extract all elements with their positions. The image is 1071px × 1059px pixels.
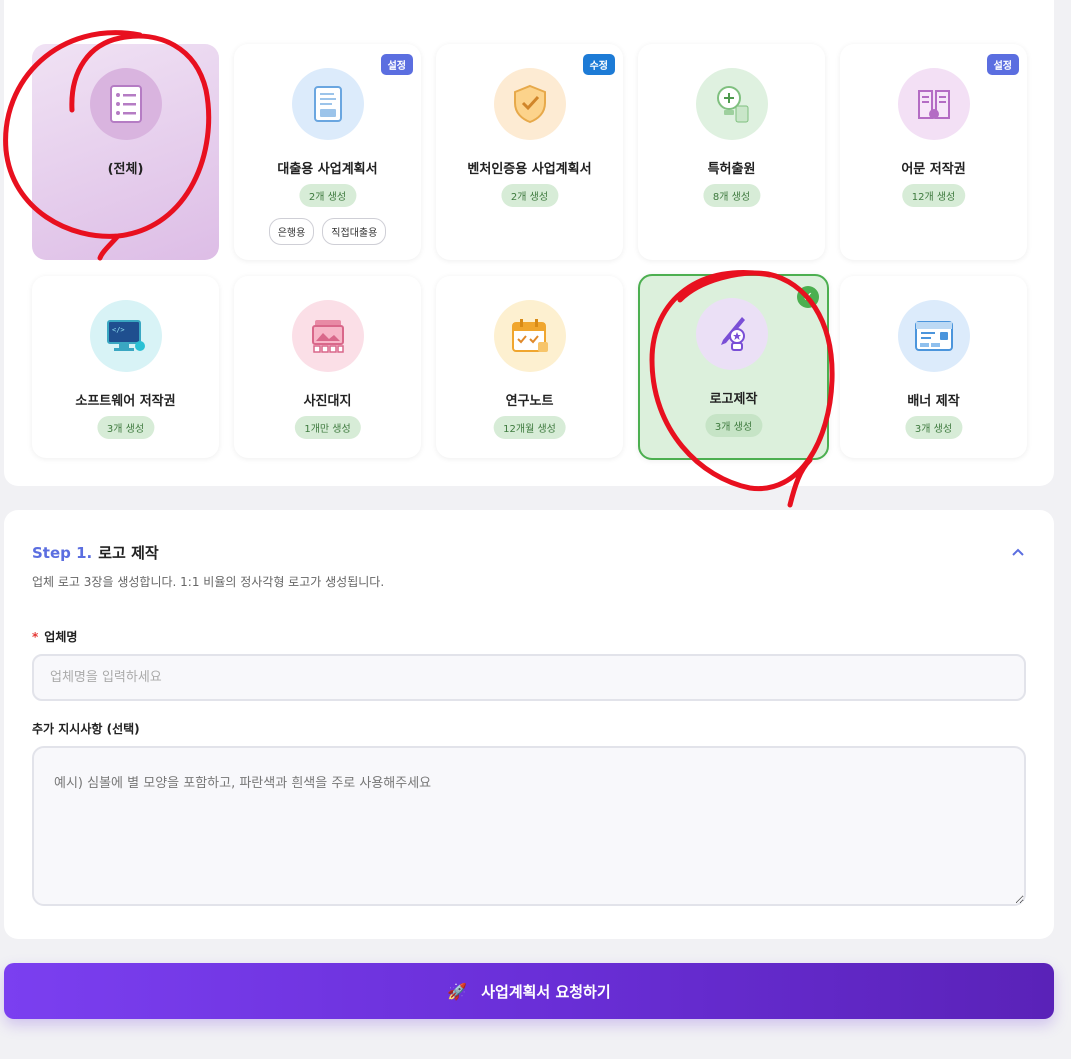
- card-title: 배너 제작: [907, 394, 960, 409]
- lightbulb-icon: [696, 68, 768, 140]
- generation-count-badge: 3개 생성: [704, 414, 763, 437]
- generation-count-badge: 2개 생성: [298, 184, 357, 207]
- submit-request-button[interactable]: 🚀 사업계획서 요청하기: [4, 963, 1054, 1019]
- company-name-label: * 업체명: [32, 628, 77, 645]
- category-card-literary-copyright[interactable]: 설정 어문 저작권 12개 생성: [840, 44, 1027, 260]
- category-card-banner[interactable]: 배너 제작 3개 생성: [840, 276, 1027, 458]
- card-title: 사진대지: [303, 394, 352, 409]
- category-card-logo[interactable]: ✓ 로고제작 3개 생성: [638, 274, 829, 460]
- submit-label: 사업계획서 요청하기: [481, 982, 611, 1001]
- generation-count-badge: 2개 생성: [500, 184, 559, 207]
- category-card-patent[interactable]: 특허출원 8개 생성: [638, 44, 825, 260]
- category-card-software-copyright[interactable]: </> 소프트웨어 저작권 3개 생성: [32, 276, 219, 458]
- checklist-icon: [90, 68, 162, 140]
- monitor-code-icon: </>: [90, 300, 162, 372]
- card-title: 연구노트: [505, 394, 554, 409]
- card-title: 어문 저작권: [901, 162, 966, 177]
- category-card-research-note[interactable]: 연구노트 12개월 생성: [436, 276, 623, 458]
- category-card-all[interactable]: (전체): [32, 44, 219, 260]
- generation-count-badge: 3개 생성: [96, 416, 155, 439]
- company-name-input[interactable]: [32, 654, 1026, 701]
- category-card-photo-sheet[interactable]: 사진대지 1개만 생성: [234, 276, 421, 458]
- tag-bank[interactable]: 은행용: [268, 218, 315, 245]
- generation-count-badge: 1개만 생성: [294, 416, 361, 439]
- generation-count-badge: 12개월 생성: [493, 416, 566, 439]
- tag-direct-loan[interactable]: 직접대출용: [322, 218, 387, 245]
- step-heading: Step 1. 로고 제작: [32, 542, 159, 563]
- calendar-icon: [494, 300, 566, 372]
- svg-text:</>: </>: [112, 326, 125, 334]
- step-number: Step 1.: [32, 544, 93, 562]
- shield-check-icon: [494, 68, 566, 140]
- card-title: 로고제작: [709, 392, 758, 407]
- category-card-venture-plan[interactable]: 수정 벤처인증용 사업계획서 2개 생성: [436, 44, 623, 260]
- chevron-up-icon[interactable]: [1012, 544, 1024, 560]
- extra-instructions-label: 추가 지시사항 (선택): [32, 722, 140, 736]
- tag-row: 은행용 직접대출용: [234, 218, 421, 245]
- card-title: 소프트웨어 저작권: [75, 394, 176, 409]
- document-icon: [292, 68, 364, 140]
- card-title: 특허출원: [707, 162, 756, 177]
- book-icon: [898, 68, 970, 140]
- selected-check-icon: ✓: [797, 286, 819, 308]
- edit-badge[interactable]: 수정: [582, 54, 615, 75]
- step-description: 업체 로고 3장을 생성합니다. 1:1 비율의 정사각형 로고가 생성됩니다.: [32, 575, 385, 589]
- setting-badge[interactable]: 설정: [986, 54, 1019, 75]
- banner-icon: [898, 300, 970, 372]
- required-mark: *: [32, 630, 39, 644]
- card-title: (전체): [107, 162, 144, 177]
- category-card-loan-plan[interactable]: 설정 대출용 사업계획서 2개 생성 은행용 직접대출용: [234, 44, 421, 260]
- rocket-icon: 🚀: [447, 981, 468, 1001]
- pen-badge-icon: [696, 298, 768, 370]
- generation-count-badge: 8개 생성: [702, 184, 761, 207]
- photo-album-icon: [292, 300, 364, 372]
- step-title: 로고 제작: [98, 544, 159, 562]
- company-name-label-text: 업체명: [44, 630, 78, 644]
- setting-badge[interactable]: 설정: [380, 54, 413, 75]
- card-title: 대출용 사업계획서: [277, 162, 378, 177]
- category-panel: (전체) 설정 대출용 사업계획서 2개 생성 은행용 직접대출용 수정 벤처인…: [4, 0, 1054, 486]
- extra-instructions-textarea[interactable]: [32, 746, 1026, 906]
- step-panel: Step 1. 로고 제작 업체 로고 3장을 생성합니다. 1:1 비율의 정사…: [4, 510, 1054, 939]
- generation-count-badge: 3개 생성: [904, 416, 963, 439]
- generation-count-badge: 12개 생성: [901, 184, 966, 207]
- card-title: 벤처인증용 사업계획서: [467, 162, 592, 177]
